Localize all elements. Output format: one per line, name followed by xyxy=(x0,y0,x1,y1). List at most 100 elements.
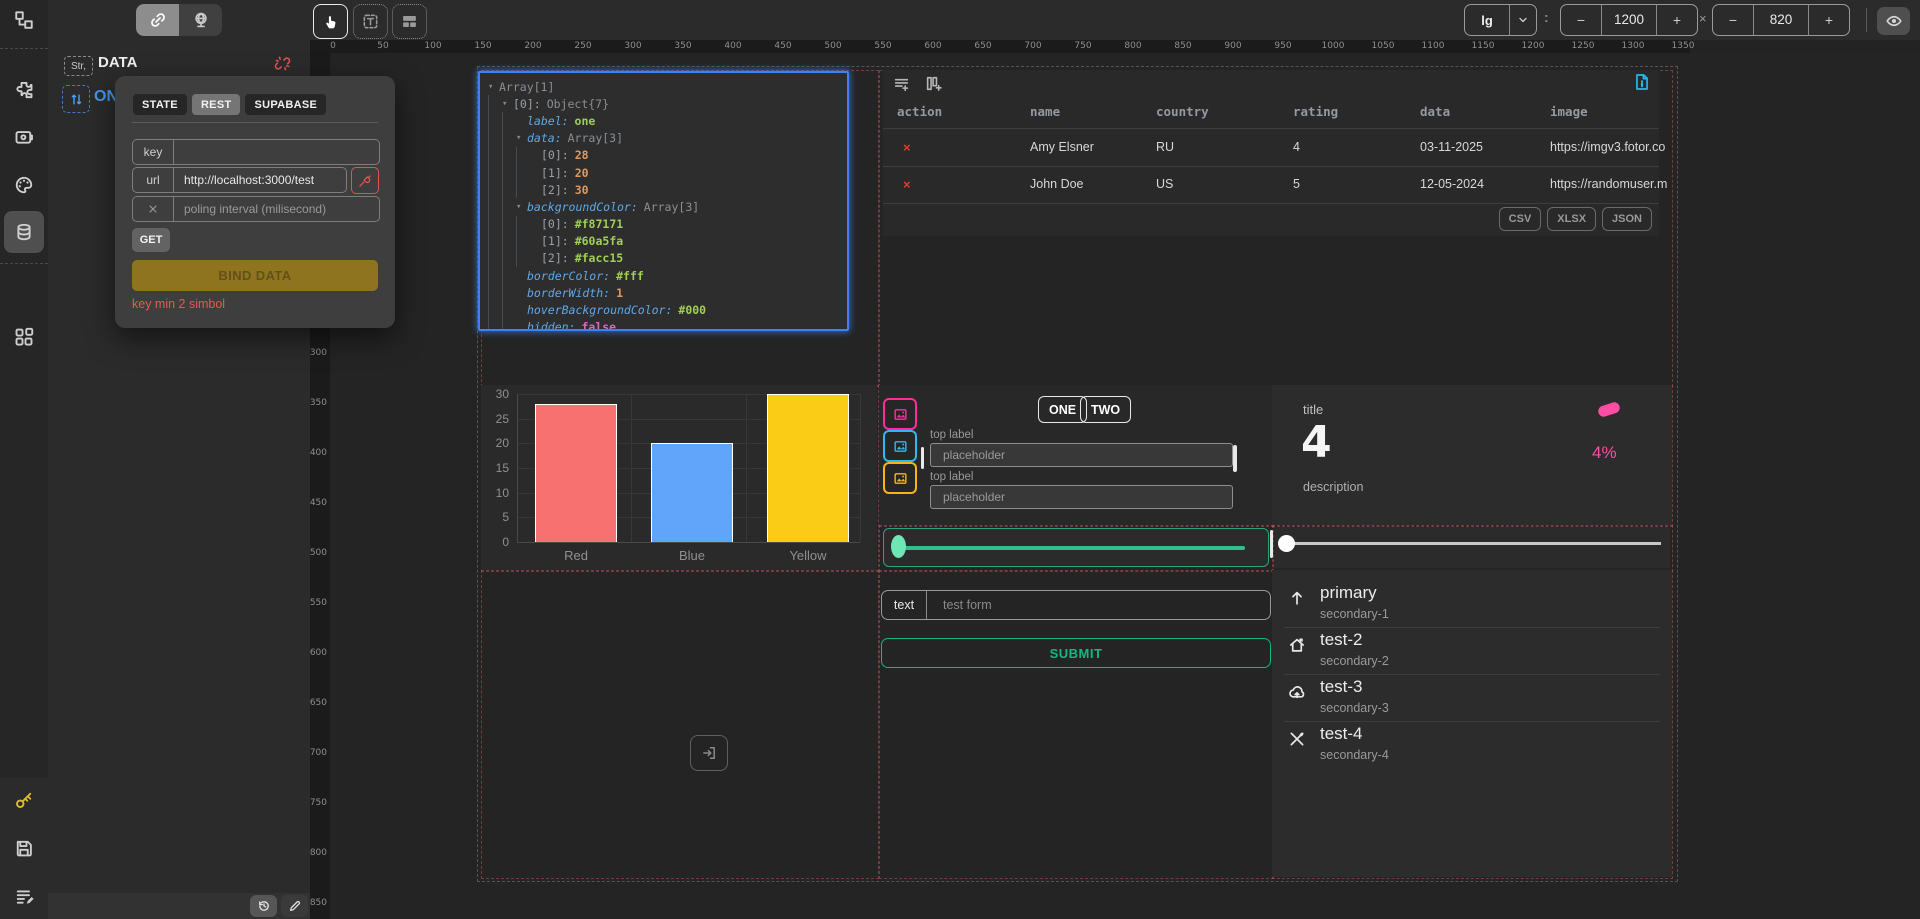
chevron-down-icon[interactable]: ▾ xyxy=(516,202,527,212)
tab-rest[interactable]: REST xyxy=(192,94,241,115)
scrollbar[interactable] xyxy=(1270,530,1273,558)
polling-input-group xyxy=(132,196,380,222)
height-plus-button[interactable]: + xyxy=(1809,12,1849,28)
unlink-icon[interactable] xyxy=(274,55,291,72)
tab-supabase[interactable]: SUPABASE xyxy=(245,94,326,115)
form-input-group: text xyxy=(881,590,1271,620)
tab-field-input[interactable] xyxy=(930,485,1233,509)
slider-track[interactable] xyxy=(898,546,1245,550)
chevron-down-icon[interactable]: ▾ xyxy=(502,99,513,109)
slider-thumb[interactable] xyxy=(1278,535,1295,552)
cloud-upload-icon xyxy=(1288,683,1306,701)
height-minus-button[interactable]: − xyxy=(1713,12,1753,28)
column-header-rating[interactable]: rating xyxy=(1293,104,1338,119)
pointer-tool-button[interactable] xyxy=(313,4,348,39)
height-value[interactable]: 820 xyxy=(1753,5,1809,35)
plug-icon xyxy=(358,174,372,188)
vruler-tick: 300 xyxy=(310,348,327,358)
add-row-icon[interactable] xyxy=(893,76,910,93)
sidebar-item-blocks[interactable] xyxy=(14,327,34,347)
form-text-input[interactable] xyxy=(927,598,1270,612)
list-item[interactable]: test-3secondary-3 xyxy=(1272,680,1672,724)
bind-data-button[interactable]: BIND DATA xyxy=(132,260,378,291)
x-tick-label: Red xyxy=(564,548,588,563)
sidebar-item-notes[interactable] xyxy=(14,887,34,907)
list-item[interactable]: primarysecondary-1 xyxy=(1272,586,1672,630)
topbar-dots: : xyxy=(1544,9,1549,25)
key-input[interactable] xyxy=(174,145,379,159)
hruler-tick: 600 xyxy=(924,41,941,51)
sidebar-item-key[interactable] xyxy=(14,790,34,810)
width-value[interactable]: 1200 xyxy=(1601,5,1657,35)
hruler-tick: 900 xyxy=(1224,41,1241,51)
widget-picker-button[interactable] xyxy=(883,430,917,462)
slider-track[interactable] xyxy=(1283,542,1661,545)
bar-chart-widget: 051015202530RedBlueYellow xyxy=(481,385,877,570)
preview-button[interactable] xyxy=(1877,7,1910,35)
chart-bar-yellow xyxy=(767,394,849,542)
file-info-icon[interactable] xyxy=(1633,73,1650,93)
edit-button[interactable] xyxy=(281,895,308,917)
polling-interval-input[interactable] xyxy=(174,202,379,216)
plug-button[interactable] xyxy=(351,167,379,194)
text-tool-button[interactable] xyxy=(353,4,388,39)
history-button[interactable] xyxy=(250,895,277,917)
tab-state[interactable]: STATE xyxy=(133,94,187,115)
link-mode-button[interactable] xyxy=(136,4,179,36)
stat-card-widget: title 4 4% description xyxy=(1272,385,1672,525)
add-column-icon[interactable] xyxy=(925,75,942,92)
vruler-tick: 400 xyxy=(310,448,327,458)
enter-button[interactable] xyxy=(690,735,728,771)
x-icon[interactable] xyxy=(133,197,174,221)
tab-field-input[interactable] xyxy=(930,443,1233,467)
sidebar-item-sitemap[interactable] xyxy=(14,10,34,30)
list-item-secondary: secondary-1 xyxy=(1320,607,1389,621)
layout-tool-button[interactable] xyxy=(392,4,427,39)
layout-tool-icon xyxy=(401,13,418,30)
tree-line: ▾[0]:Object{7} xyxy=(488,95,847,112)
breakpoint-dropdown[interactable]: lg xyxy=(1464,4,1537,36)
column-header-action[interactable]: action xyxy=(897,104,942,119)
width-plus-button[interactable]: + xyxy=(1657,12,1697,28)
url-input[interactable] xyxy=(174,173,346,187)
sidebar-item-save[interactable] xyxy=(14,838,34,858)
export-xlsx-button[interactable]: XLSX xyxy=(1547,207,1596,231)
horizontal-ruler: 0501001502002503003504004505005506006507… xyxy=(310,40,1690,53)
export-json-button[interactable]: JSON xyxy=(1602,207,1652,231)
delete-row-button[interactable]: × xyxy=(903,140,911,155)
tab-two[interactable]: TWO xyxy=(1080,396,1131,423)
column-header-country[interactable]: country xyxy=(1156,104,1209,119)
list-item[interactable]: test-4secondary-4 xyxy=(1272,727,1672,771)
slider-thumb[interactable] xyxy=(891,535,906,558)
column-header-name[interactable]: name xyxy=(1030,104,1060,119)
scrollbar[interactable] xyxy=(1233,445,1237,472)
topbar: lg : − 1200 + × − 820 + xyxy=(48,0,1920,40)
sidebar-item-puzzle[interactable] xyxy=(14,80,34,100)
y-tick-label: 15 xyxy=(496,461,509,475)
column-header-image[interactable]: image xyxy=(1550,104,1588,119)
column-header-data[interactable]: data xyxy=(1420,104,1450,119)
submit-button[interactable]: SUBMIT xyxy=(881,638,1271,668)
vruler-tick: 750 xyxy=(310,798,327,808)
width-minus-button[interactable]: − xyxy=(1561,12,1601,28)
delete-row-button[interactable]: × xyxy=(903,177,911,192)
json-tree-widget[interactable]: ▾Array[1]▾[0]:Object{7}label:one▾data:Ar… xyxy=(478,71,849,331)
widget-picker-button[interactable] xyxy=(883,462,917,494)
variable-name: DATA xyxy=(98,54,137,71)
sidebar-item-palette[interactable] xyxy=(14,175,34,195)
get-method-button[interactable]: GET xyxy=(132,228,170,252)
scrollbar[interactable] xyxy=(921,447,924,469)
sidebar-item-database[interactable] xyxy=(14,222,34,242)
hruler-tick: 50 xyxy=(377,41,388,51)
table-cell: 03-11-2025 xyxy=(1420,140,1483,154)
list-item[interactable]: test-2secondary-2 xyxy=(1272,633,1672,677)
sync-icon[interactable] xyxy=(62,85,90,113)
chevron-down-icon xyxy=(1509,5,1536,35)
sidebar-item-wallet[interactable] xyxy=(14,127,34,147)
widget-picker-button[interactable] xyxy=(883,398,917,430)
chevron-down-icon[interactable]: ▾ xyxy=(488,82,499,92)
export-csv-button[interactable]: CSV xyxy=(1499,207,1542,231)
chart-gridline xyxy=(517,542,860,543)
chevron-down-icon[interactable]: ▾ xyxy=(516,133,527,143)
globe-mode-button[interactable] xyxy=(179,4,222,36)
